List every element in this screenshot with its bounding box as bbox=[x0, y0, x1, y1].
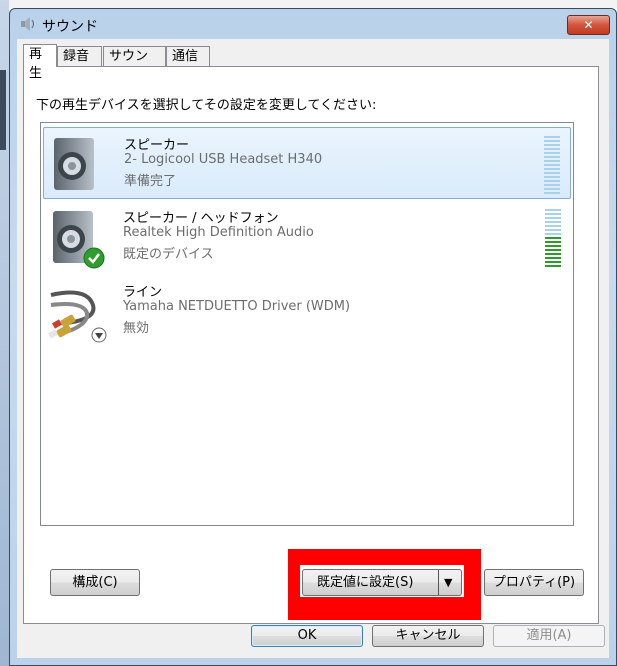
device-item-yamaha-line[interactable]: ライン Yamaha NETDUETTO Driver (WDM) 無効 bbox=[43, 275, 571, 347]
window-title: サウンド bbox=[42, 19, 98, 35]
meter-segment bbox=[545, 217, 561, 219]
meter-segment bbox=[545, 221, 561, 223]
device-name: スピーカー bbox=[124, 138, 190, 153]
ok-button[interactable]: OK bbox=[251, 625, 363, 647]
meter-segment bbox=[544, 188, 560, 190]
meter-segment bbox=[544, 184, 560, 186]
meter-segment bbox=[544, 144, 560, 146]
meter-segment bbox=[545, 249, 561, 251]
meter-segment bbox=[544, 168, 560, 170]
meter-segment bbox=[544, 160, 560, 162]
button-label: プロパティ(P) bbox=[492, 575, 576, 590]
meter-segment bbox=[544, 192, 560, 194]
tab-communications[interactable]: 通信 bbox=[166, 46, 210, 66]
apply-button[interactable]: 適用(A) bbox=[493, 625, 605, 647]
close-icon: ✕ bbox=[583, 18, 594, 32]
meter-segment bbox=[544, 172, 560, 174]
device-status: 既定のデバイス bbox=[123, 247, 214, 262]
device-item-usb-headset[interactable]: スピーカー 2- Logicool USB Headset H340 準備完了 bbox=[43, 127, 571, 199]
meter-segment bbox=[545, 237, 561, 239]
button-label: キャンセル bbox=[395, 628, 461, 643]
button-label: 既定値に設定(S) bbox=[317, 575, 414, 590]
tab-label: 通信 bbox=[172, 49, 199, 64]
meter-segment bbox=[544, 136, 560, 138]
dialog-client-area: 再生 録音 サウンド 通信 下の再生デバイスを選択してその設定を変更してください… bbox=[17, 39, 609, 658]
disabled-down-arrow-icon bbox=[91, 327, 107, 343]
meter-segment bbox=[544, 156, 560, 158]
tab-playback[interactable]: 再生 bbox=[23, 44, 57, 81]
set-default-button[interactable]: 既定値に設定(S) ▼ bbox=[302, 569, 462, 596]
playback-panel: 下の再生デバイスを選択してその設定を変更してください: スピーカー 2- Log… bbox=[23, 66, 599, 624]
background-window-strip bbox=[0, 0, 617, 8]
meter-segment bbox=[545, 225, 561, 227]
device-status: 無効 bbox=[123, 321, 150, 336]
title-bar[interactable]: サウンド ✕ bbox=[10, 9, 616, 39]
meter-segment bbox=[545, 257, 561, 259]
meter-segment bbox=[545, 241, 561, 243]
sound-app-icon bbox=[21, 17, 35, 31]
tab-recording[interactable]: 録音 bbox=[57, 46, 102, 66]
volume-level-meter bbox=[545, 207, 561, 269]
device-description: 2- Logicool USB Headset H340 bbox=[124, 152, 323, 167]
device-description: Yamaha NETDUETTO Driver (WDM) bbox=[123, 299, 351, 314]
meter-segment bbox=[545, 265, 561, 267]
meter-segment bbox=[545, 213, 561, 215]
meter-segment bbox=[544, 176, 560, 178]
set-default-dropdown-arrow[interactable]: ▼ bbox=[438, 570, 461, 595]
device-name: ライン bbox=[123, 285, 163, 300]
speaker-icon bbox=[54, 138, 94, 190]
button-label: 適用(A) bbox=[526, 628, 572, 643]
background-window-detail bbox=[0, 70, 6, 150]
meter-segment bbox=[544, 180, 560, 182]
device-list[interactable]: スピーカー 2- Logicool USB Headset H340 準備完了 bbox=[40, 122, 574, 526]
button-label: OK bbox=[297, 628, 317, 643]
close-button[interactable]: ✕ bbox=[567, 15, 610, 35]
button-label: 構成(C) bbox=[72, 575, 118, 590]
tab-label: 録音 bbox=[63, 49, 90, 64]
properties-button[interactable]: プロパティ(P) bbox=[484, 569, 584, 596]
meter-segment bbox=[545, 229, 561, 231]
instruction-text: 下の再生デバイスを選択してその設定を変更してください: bbox=[36, 98, 377, 113]
device-status: 準備完了 bbox=[124, 174, 177, 189]
configure-button[interactable]: 構成(C) bbox=[50, 569, 140, 596]
meter-segment bbox=[545, 261, 561, 263]
tab-sounds[interactable]: サウンド bbox=[103, 46, 166, 83]
meter-segment bbox=[544, 152, 560, 154]
cancel-button[interactable]: キャンセル bbox=[372, 625, 484, 647]
default-check-icon bbox=[83, 247, 105, 269]
volume-level-meter bbox=[544, 134, 560, 196]
chevron-down-icon: ▼ bbox=[444, 576, 453, 589]
tab-label: 再生 bbox=[29, 47, 43, 81]
meter-segment bbox=[545, 209, 561, 211]
device-description: Realtek High Definition Audio bbox=[123, 225, 314, 240]
meter-segment bbox=[545, 253, 561, 255]
device-name: スピーカー / ヘッドフォン bbox=[123, 211, 279, 226]
meter-segment bbox=[544, 164, 560, 166]
meter-segment bbox=[545, 233, 561, 235]
meter-segment bbox=[544, 140, 560, 142]
sound-dialog: サウンド ✕ 再生 録音 サウンド 通信 下の再生デバイスを選択してその設定を変… bbox=[9, 8, 617, 666]
device-item-realtek[interactable]: スピーカー / ヘッドフォン Realtek High Definition A… bbox=[43, 201, 571, 273]
meter-segment bbox=[545, 245, 561, 247]
meter-segment bbox=[544, 148, 560, 150]
